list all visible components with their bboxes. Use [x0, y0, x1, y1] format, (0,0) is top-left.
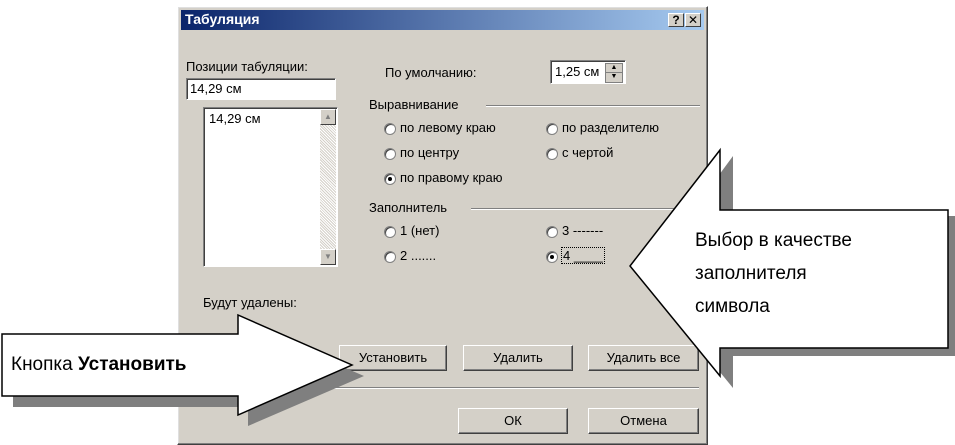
callout-shapes — [1, 147, 955, 426]
right-callout-line2: заполнителя — [695, 263, 807, 284]
left-callout-prefix: Кнопка — [11, 354, 78, 375]
left-callout-text: Кнопка Установить — [11, 354, 187, 376]
right-callout-line3: символа — [695, 296, 770, 317]
right-callout-text: Выбор в качестве заполнителя символа — [695, 228, 935, 320]
left-callout-bold: Установить — [78, 354, 187, 375]
right-callout-line1: Выбор в качестве — [695, 230, 852, 251]
